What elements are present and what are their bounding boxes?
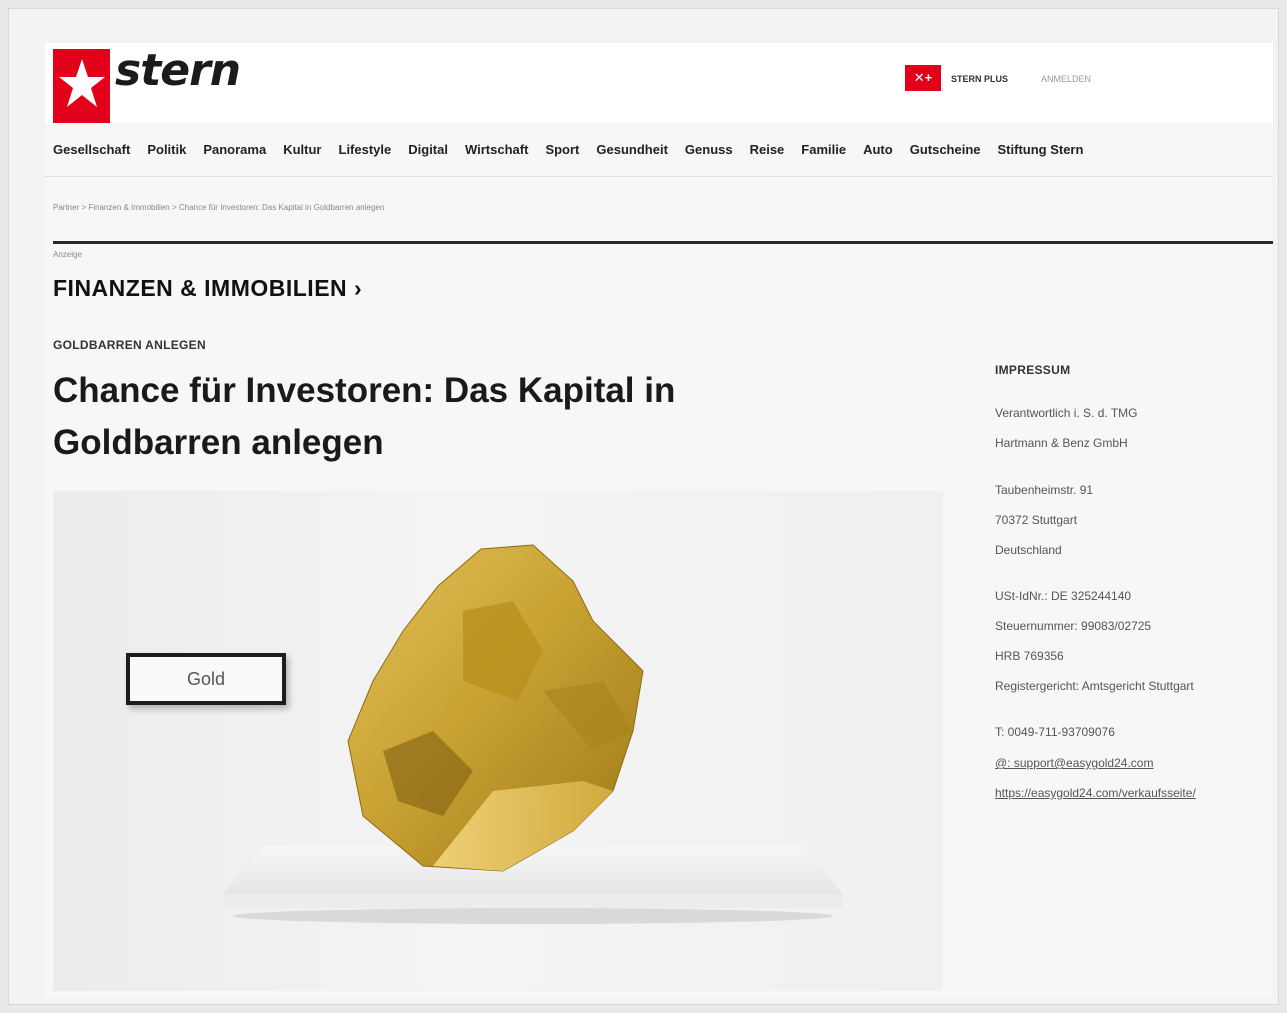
impressum-company: Hartmann & Benz GmbH <box>995 436 1128 450</box>
nav-item-gesundheit[interactable]: Gesundheit <box>596 142 668 157</box>
nav-item-genuss[interactable]: Genuss <box>685 142 733 157</box>
article-kicker: GOLDBARREN ANLEGEN <box>53 338 206 352</box>
impressum-phone: T: 0049-711-93709076 <box>995 725 1115 739</box>
section-divider <box>53 241 1273 244</box>
impressum-url-link[interactable]: https://easygold24.com/verkaufsseite/ <box>995 786 1196 800</box>
nav-item-lifestyle[interactable]: Lifestyle <box>339 142 392 157</box>
impressum-country: Deutschland <box>995 543 1062 557</box>
stern-plus-icon[interactable]: ✕+ <box>905 65 941 91</box>
nav-item-reise[interactable]: Reise <box>750 142 785 157</box>
article-headline: Chance für Investoren: Das Kapital in Go… <box>53 365 813 469</box>
stern-logo-icon[interactable] <box>53 49 110 126</box>
nav-item-digital[interactable]: Digital <box>408 142 448 157</box>
headline-line-1: Chance für Investoren: Das Kapital in <box>53 371 676 410</box>
ad-label: Anzeige <box>53 250 82 259</box>
nav-item-familie[interactable]: Familie <box>801 142 846 157</box>
site-header: stern ✕+ STERN PLUS ANMELDEN <box>45 43 1273 126</box>
impressum-street: Taubenheimstr. 91 <box>995 483 1094 497</box>
nav-item-wirtschaft[interactable]: Wirtschaft <box>465 142 528 157</box>
impressum-hrb: HRB 769356 <box>995 649 1064 663</box>
gold-sign: Gold <box>126 653 286 705</box>
section-title-link[interactable]: FINANZEN & IMMOBILIEN › <box>53 275 362 302</box>
impressum-title: IMPRESSUM <box>995 363 1071 377</box>
stern-logo-text[interactable]: stern <box>115 45 241 96</box>
login-link[interactable]: ANMELDEN <box>1041 74 1091 84</box>
main-nav: Gesellschaft Politik Panorama Kultur Lif… <box>45 123 1273 177</box>
impressum-court: Registergericht: Amtsgericht Stuttgart <box>995 679 1194 693</box>
headline-line-2: Goldbarren anlegen <box>53 423 384 462</box>
breadcrumb[interactable]: Partner > Finanzen & Immobilien > Chance… <box>53 203 384 212</box>
impressum-city: 70372 Stuttgart <box>995 513 1078 527</box>
nav-item-stiftung-stern[interactable]: Stiftung Stern <box>998 142 1084 157</box>
impressum-responsible: Verantwortlich i. S. d. TMG <box>995 406 1138 420</box>
nav-item-auto[interactable]: Auto <box>863 142 893 157</box>
nav-item-panorama[interactable]: Panorama <box>203 142 266 157</box>
nav-item-gutscheine[interactable]: Gutscheine <box>910 142 981 157</box>
nav-item-sport[interactable]: Sport <box>545 142 579 157</box>
impressum-vat: USt-IdNr.: DE 325244140 <box>995 589 1132 603</box>
nav-item-politik[interactable]: Politik <box>147 142 186 157</box>
browser-frame: stern ✕+ STERN PLUS ANMELDEN Gesellschaf… <box>8 8 1279 1005</box>
stern-plus-link[interactable]: STERN PLUS <box>951 74 1008 84</box>
impressum-email-link[interactable]: @: support@easygold24.com <box>995 756 1153 770</box>
nav-item-kultur[interactable]: Kultur <box>283 142 321 157</box>
nav-item-gesellschaft[interactable]: Gesellschaft <box>53 142 130 157</box>
impressum-tax: Steuernummer: 99083/02725 <box>995 619 1152 633</box>
gold-nugget-image <box>347 544 644 872</box>
page: stern ✕+ STERN PLUS ANMELDEN Gesellschaf… <box>45 43 1273 998</box>
article-hero-image: Gold <box>53 491 943 991</box>
